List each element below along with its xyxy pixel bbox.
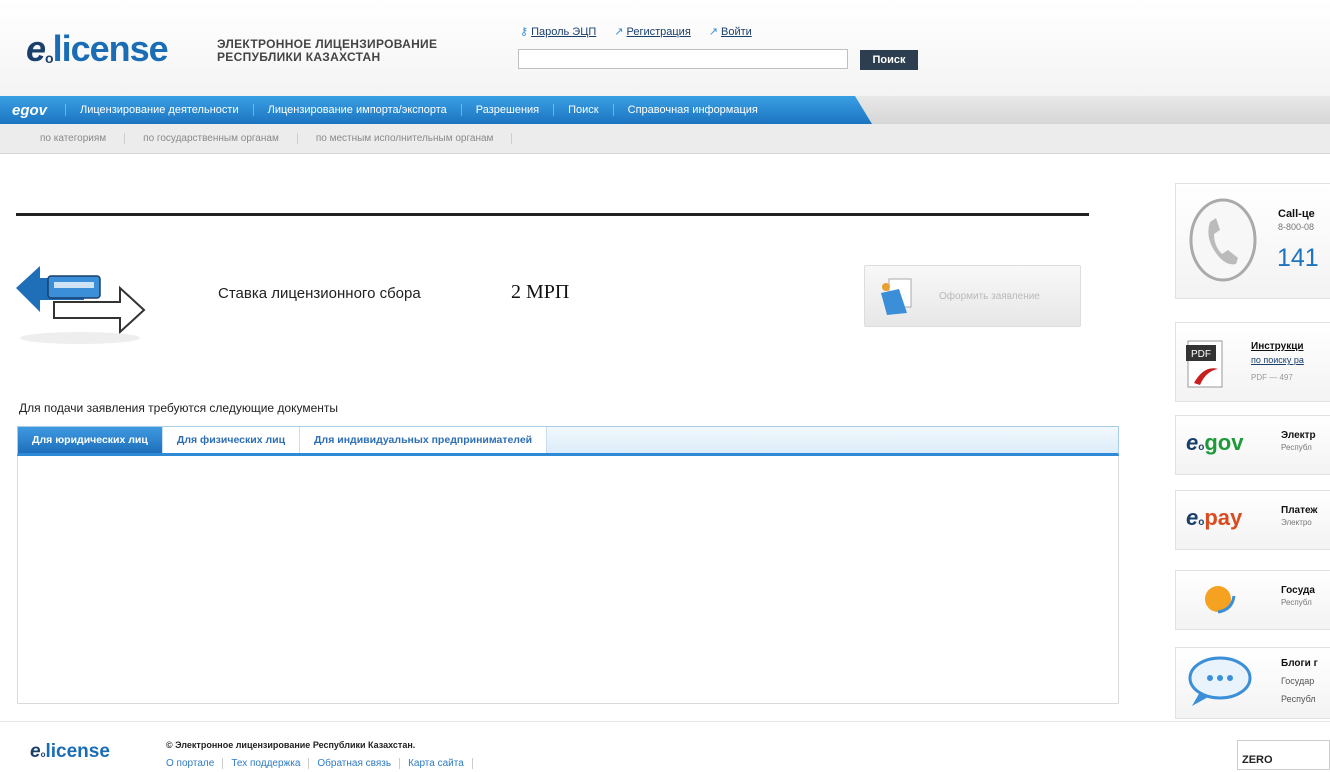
callcenter-phone: 8-800-08 [1278,222,1315,232]
key-icon: ⚷ [520,26,529,38]
tagline-line2: РЕСПУБЛИКИ КАЗАХСТАН [217,50,381,64]
title-divider [16,213,1089,216]
header: eolicense ЭЛЕКТРОННОЕ ЛИЦЕНЗИРОВАНИЕ РЕС… [0,0,1330,96]
tab-individuals[interactable]: Для физических лиц [162,427,301,453]
egov-logo: eogov [1186,430,1244,455]
arrow-icon: ↗ [708,26,718,38]
main-nav-bar: egov Лицензирование деятельности Лицензи… [0,96,872,124]
logo-e: e [26,28,46,69]
footer-links: О портале Тех поддержка Обратная связь К… [166,758,473,769]
toplink-password[interactable]: ⚷ Пароль ЭЦП [520,25,596,38]
nav-item-reference[interactable]: Справочная информация [612,104,772,116]
tab-panel [17,456,1119,704]
instruction-pdf-widget[interactable]: PDF Инструкци по поиску ра PDF — 497 [1175,322,1330,402]
logo-text: license [52,28,169,69]
nav-item-permits[interactable]: Разрешения [460,104,553,116]
elicense-logo[interactable]: eolicense [26,28,169,70]
search-input[interactable] [518,49,848,69]
blog-line3: Республ [1281,694,1316,704]
footer-logo[interactable]: eolicense [30,741,110,763]
gov-title: Госуда [1281,585,1315,596]
pdf-icon: PDF [1186,340,1223,388]
epay-title: Платеж [1281,505,1318,516]
logo-sub: o [45,50,54,66]
zero-badge[interactable]: ZERO [1237,740,1330,770]
nav-item-import-export-licensing[interactable]: Лицензирование импорта/экспорта [252,104,461,116]
documents-heading: Для подачи заявления требуются следующие… [19,401,339,415]
sub-nav: по категориям по государственным органам… [0,124,1330,154]
egov-subtitle: Республ [1281,443,1312,452]
pdf-subtitle: по поиску ра [1251,355,1304,365]
epay-logo: eopay [1186,505,1243,530]
arrow-icon: ↗ [614,26,624,38]
subnav-by-category[interactable]: по категориям [22,133,126,144]
epay-widget[interactable]: eopay Платеж Электро [1175,490,1330,550]
apply-button[interactable]: Оформить заявление [864,265,1081,327]
logo-tagline: ЭЛЕКТРОННОЕ ЛИЦЕНЗИРОВАНИЕ РЕСПУБЛИКИ КА… [217,38,437,64]
exchange-arrows-icon [16,266,146,344]
fee-value: 2 МРП [511,281,570,303]
callcenter-widget[interactable]: Call-це 8-800-08 141 [1175,183,1330,299]
sun-emblem-icon [1205,586,1236,614]
svg-text:PDF: PDF [1191,349,1211,360]
footer-link-support[interactable]: Тех поддержка [223,758,310,769]
tab-entrepreneurs[interactable]: Для индивидуальных предпринимателей [300,427,548,453]
phone-icon [1189,198,1257,282]
nav-egov-logo[interactable]: egov [0,102,65,119]
main-nav: egov Лицензирование деятельности Лицензи… [0,96,1330,124]
nav-item-search[interactable]: Поиск [553,104,612,116]
egov-title: Электр [1281,430,1316,441]
documents-tabs: Для юридических лиц Для физических лиц Д… [17,426,1119,456]
callcenter-title: Call-це [1278,208,1315,220]
pdf-meta: PDF — 497 [1251,373,1293,382]
toplink-register[interactable]: ↗ Регистрация [614,25,691,38]
epay-subtitle: Электро [1281,518,1312,527]
blog-title: Блоги г [1281,658,1318,669]
chat-bubble-icon [1188,656,1252,706]
footer-link-sitemap[interactable]: Карта сайта [400,758,473,769]
top-links: ⚷ Пароль ЭЦП ↗ Регистрация ↗ Войти [520,25,752,38]
blog-line2: Государ [1281,676,1315,686]
gov-subtitle: Республ [1281,598,1312,607]
footer-copyright: © Электронное лицензирование Республики … [166,740,416,750]
egov-widget[interactable]: eogov Электр Республ [1175,415,1330,475]
subnav-by-local-bodies[interactable]: по местным исполнительным органам [298,133,513,144]
fee-label: Ставка лицензионного сбора [218,285,421,302]
footer-link-about[interactable]: О портале [166,758,224,769]
callcenter-short-number: 141 [1277,244,1319,272]
gov-widget[interactable]: Госуда Республ [1175,570,1330,630]
tab-legal-entities[interactable]: Для юридических лиц [18,427,163,453]
document-folder-icon [881,278,912,315]
blogs-widget[interactable]: Блоги г Государ Республ [1175,647,1330,719]
pdf-title: Инструкци [1251,341,1304,352]
nav-item-activity-licensing[interactable]: Лицензирование деятельности [65,104,253,116]
apply-button-label: Оформить заявление [939,290,1040,302]
footer-link-feedback[interactable]: Обратная связь [309,758,401,769]
toplink-login[interactable]: ↗ Войти [709,25,752,38]
footer: eolicense © Электронное лицензирование Р… [0,721,1330,772]
search-button[interactable]: Поиск [860,50,918,70]
subnav-by-state-bodies[interactable]: по государственным органам [125,133,298,144]
